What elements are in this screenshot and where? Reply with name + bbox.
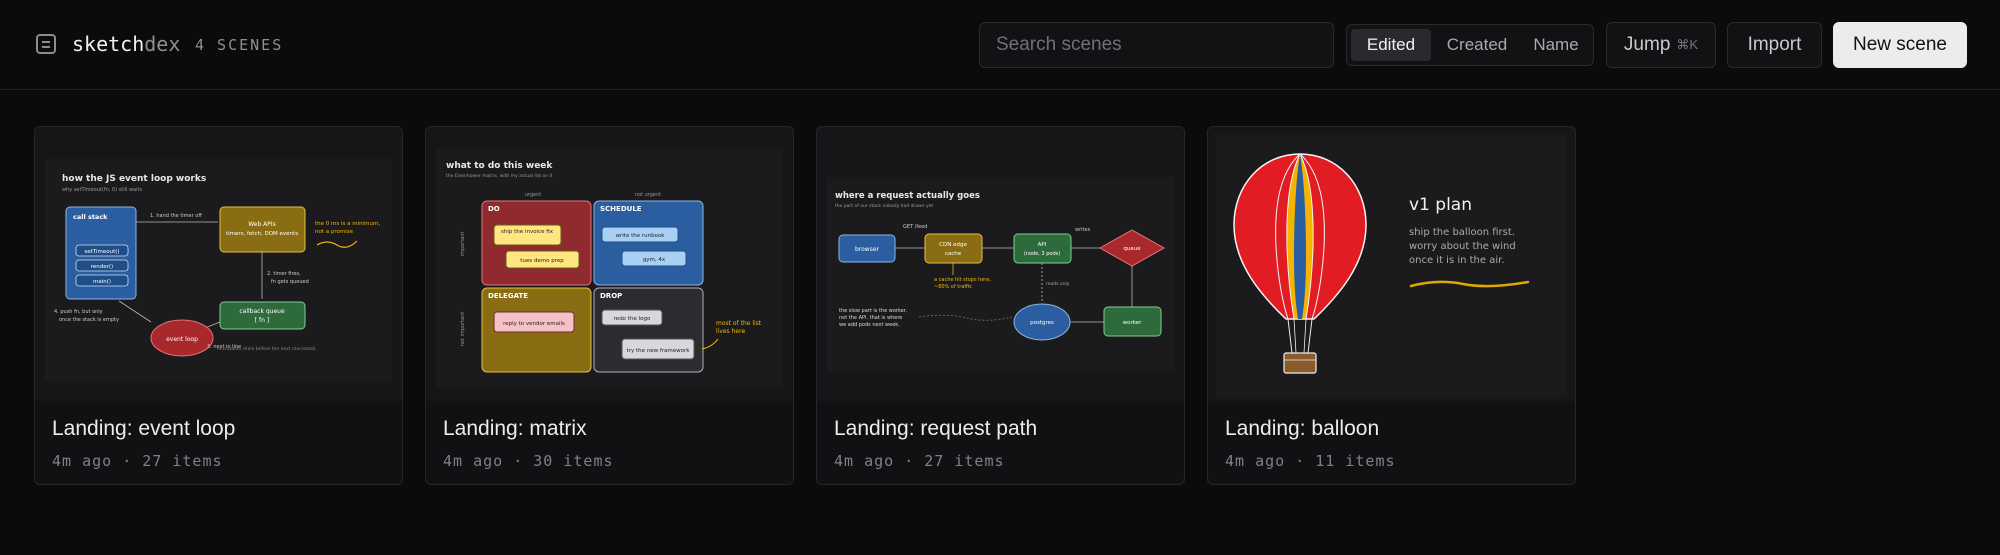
- column-label: not urgent: [635, 192, 661, 198]
- quadrant-schedule: [593, 200, 704, 286]
- api-box: [1013, 233, 1072, 264]
- note-line: most of the list: [716, 320, 762, 327]
- edge-label: GET /feed: [903, 224, 927, 230]
- sketch-subheading: the Eisenhower matrix, with my actual li…: [446, 173, 553, 179]
- scene-meta: 4m ago · 30 items: [443, 452, 614, 470]
- note-line: not a promise: [315, 229, 354, 235]
- sketch-heading: where a request actually goes: [835, 191, 980, 201]
- callback-queue-label: callback queue: [239, 308, 285, 315]
- top-bar: sketchdex 4 SCENES Edited Created Name J…: [0, 0, 2000, 90]
- node-label: (node, 3 pods): [1024, 251, 1060, 257]
- web-apis-sub: timers, fetch, DOM events: [226, 231, 298, 237]
- scene-title[interactable]: Landing: matrix: [443, 417, 587, 441]
- quadrant-label: DO: [488, 205, 500, 213]
- search-box[interactable]: [979, 22, 1334, 68]
- stack-item: setTimeout(): [84, 249, 119, 255]
- node-label: API: [1038, 242, 1047, 248]
- scene-thumbnail: v1 plan ship the balloon first. worry ab…: [1208, 127, 1575, 401]
- sketch-heading: v1 plan: [1409, 195, 1472, 215]
- scene-meta: 4m ago · 27 items: [834, 452, 1005, 470]
- jump-button[interactable]: Jump ⌘K: [1606, 22, 1716, 68]
- row-label: not important: [460, 312, 466, 347]
- scene-card[interactable]: where a request actually goes the part o…: [816, 126, 1185, 485]
- node-label: cache: [945, 251, 962, 257]
- plan-line: worry about the wind: [1409, 241, 1516, 252]
- scene-title[interactable]: Landing: balloon: [1225, 417, 1379, 441]
- scene-count: 4 SCENES: [195, 36, 284, 54]
- node-label: CDN edge: [939, 242, 967, 248]
- sketch-heading: how the JS event loop works: [62, 174, 206, 184]
- sketchbook-icon[interactable]: [36, 34, 56, 54]
- slow-note: the slow part is the worker,: [839, 308, 908, 314]
- footer-note: microtasks drain before the next macrota…: [217, 346, 316, 352]
- step-4-label: once the stack is empty: [59, 317, 119, 323]
- cache-note: a cache hit stops here,: [934, 277, 991, 283]
- quadrant-label: SCHEDULE: [600, 205, 642, 213]
- column-label: urgent: [525, 192, 542, 198]
- scene-meta: 4m ago · 11 items: [1225, 452, 1396, 470]
- node-label: browser: [855, 246, 880, 253]
- sort-group: Edited Created Name: [1346, 24, 1594, 66]
- note-line: the 0 ms is a minimum,: [315, 221, 380, 227]
- sort-created-button[interactable]: Created: [1435, 29, 1519, 61]
- call-stack-label: call stack: [73, 213, 108, 221]
- task-note: gym, 4x: [643, 257, 666, 263]
- cdn-box: [924, 233, 983, 264]
- edge-label: reads only: [1046, 281, 1070, 287]
- jump-label: Jump: [1623, 34, 1671, 55]
- sketch-subheading: the part of our stack nobody had drawn y…: [835, 203, 933, 209]
- stack-item: main(): [93, 279, 111, 285]
- new-scene-button[interactable]: New scene: [1833, 22, 1967, 68]
- plan-line: ship the balloon first.: [1409, 227, 1515, 238]
- scene-card[interactable]: how the JS event loop works why setTimeo…: [34, 126, 403, 485]
- search-input[interactable]: [980, 23, 1333, 67]
- callback-queue-sub: [ fn ]: [255, 317, 269, 324]
- stack-item: render(): [91, 264, 113, 270]
- sort-edited-button[interactable]: Edited: [1351, 29, 1431, 61]
- slow-note: not the API. that is where: [839, 315, 902, 321]
- scene-thumbnail: what to do this week the Eisenhower matr…: [426, 127, 793, 401]
- brand-main: sketch: [72, 32, 145, 56]
- task-note: ship the invoice fix: [501, 229, 554, 235]
- step-2-label: fn gets queued: [271, 279, 309, 285]
- step-2-label: 2. timer fires,: [267, 271, 301, 277]
- scene-card[interactable]: v1 plan ship the balloon first. worry ab…: [1207, 126, 1576, 485]
- scene-thumbnail: how the JS event loop works why setTimeo…: [35, 127, 402, 401]
- note-line: lives here: [716, 328, 745, 335]
- quadrant-label: DELEGATE: [488, 292, 528, 300]
- task-note: write the runbook: [616, 233, 666, 239]
- callback-queue-box: [219, 301, 306, 330]
- sort-name-button[interactable]: Name: [1523, 29, 1589, 61]
- web-apis-label: Web APIs: [248, 221, 276, 228]
- web-apis-box: [219, 206, 306, 253]
- node-label: queue: [1123, 246, 1141, 252]
- node-label: worker: [1123, 320, 1142, 326]
- scene-meta: 4m ago · 27 items: [52, 452, 223, 470]
- scene-thumbnail: where a request actually goes the part o…: [817, 127, 1184, 401]
- import-button[interactable]: Import: [1727, 22, 1822, 68]
- brand-sub: dex: [144, 32, 181, 56]
- sketch-heading: what to do this week: [446, 161, 553, 171]
- row-label: important: [460, 232, 466, 257]
- cache-note: ~80% of traffic: [934, 284, 972, 290]
- step-4-label: 4. push fn, but only: [54, 309, 103, 315]
- edge-label: writes: [1075, 227, 1091, 233]
- step-1-label: 1. hand the timer off: [150, 213, 202, 219]
- task-note: tues demo prep: [520, 258, 564, 264]
- app-brand[interactable]: sketchdex: [72, 32, 180, 56]
- task-note: reply to vendor emails: [503, 321, 565, 327]
- task-note: redo the logo: [614, 316, 651, 322]
- plan-line: once it is in the air.: [1409, 255, 1505, 266]
- slow-note: we add pods next week.: [839, 322, 900, 328]
- quadrant-label: DROP: [600, 292, 622, 300]
- event-loop-label: event loop: [166, 336, 198, 343]
- scene-title[interactable]: Landing: event loop: [52, 417, 235, 441]
- sketch-subheading: why setTimeout(fn, 0) still waits: [62, 187, 142, 193]
- jump-shortcut: ⌘K: [1676, 37, 1699, 52]
- scene-title[interactable]: Landing: request path: [834, 417, 1037, 441]
- scene-card[interactable]: what to do this week the Eisenhower matr…: [425, 126, 794, 485]
- node-label: postgres: [1030, 320, 1054, 326]
- task-note: try the new framework: [627, 348, 691, 354]
